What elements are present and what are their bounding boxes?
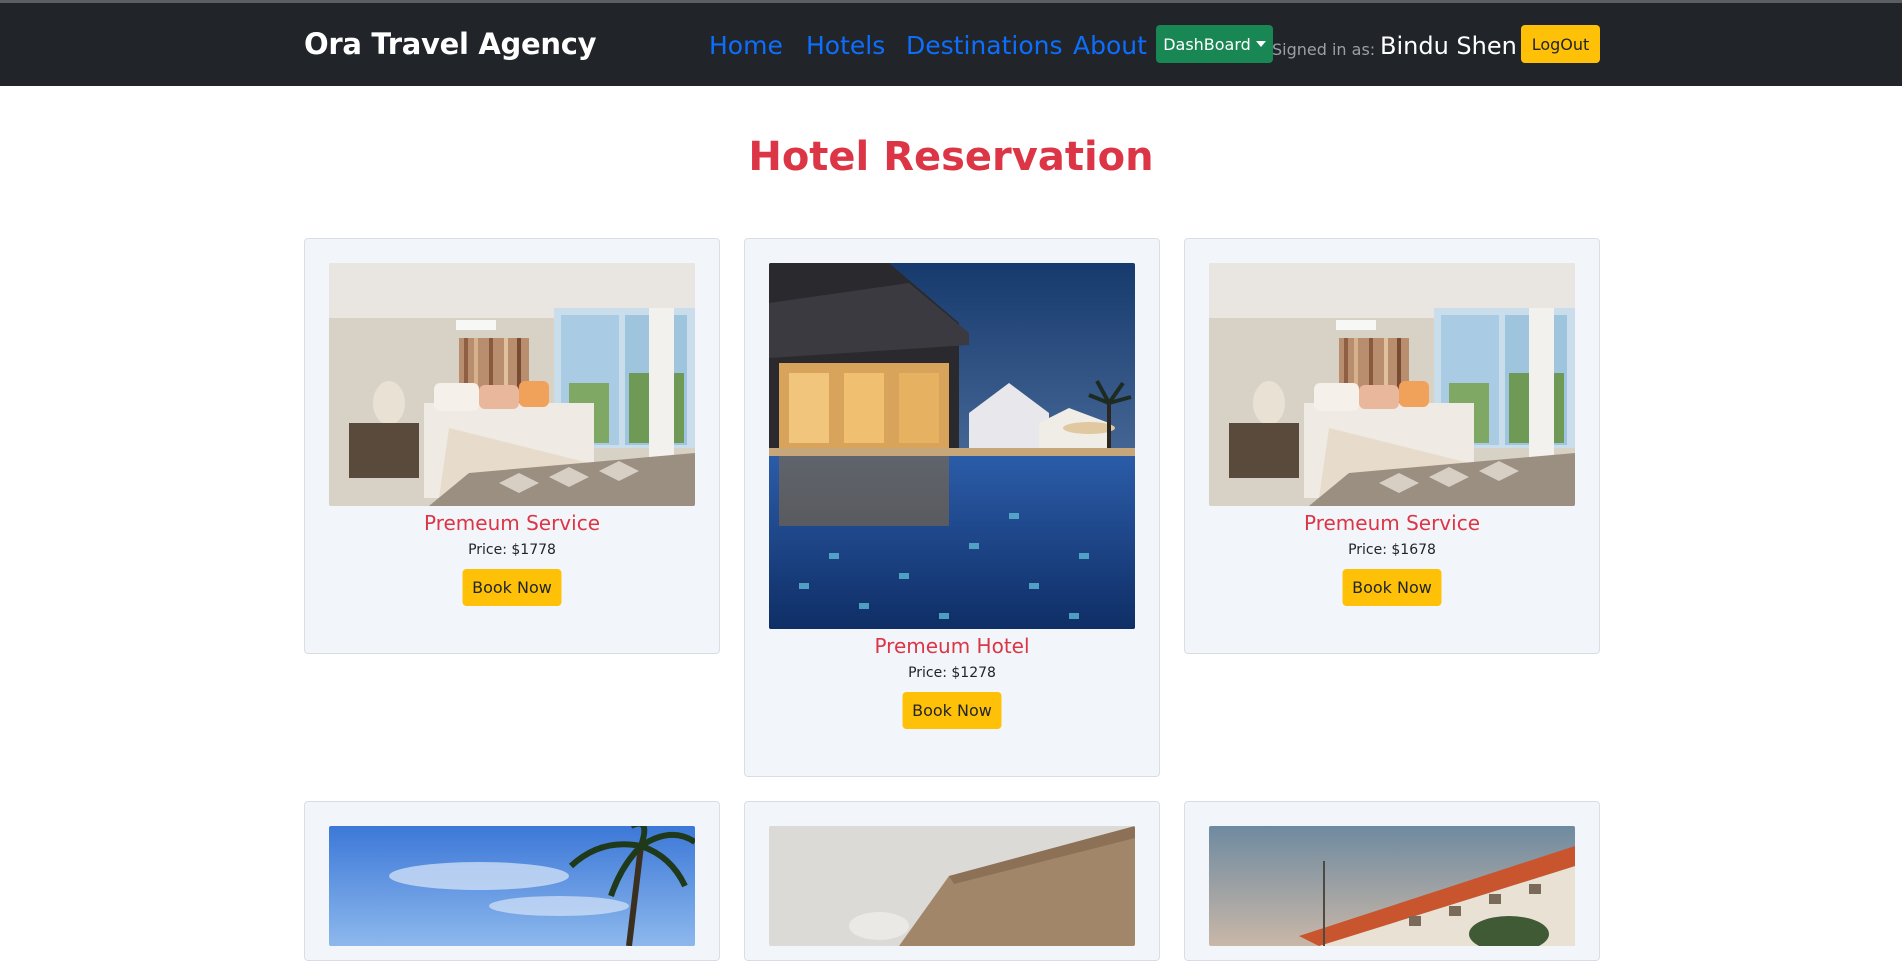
hotel-image-palm-sky	[329, 826, 695, 946]
caret-down-icon	[1255, 41, 1266, 47]
hotel-card: Premeum Service Price: $1778 Book Now	[304, 238, 720, 654]
hotel-card-title: Premeum Service	[423, 511, 600, 535]
hotel-card	[1184, 801, 1600, 961]
signed-in-label: Signed in as:	[1272, 40, 1376, 59]
top-navbar: Ora Travel Agency Home Hotels Destinatio…	[0, 3, 1902, 86]
page-title: Hotel Reservation	[748, 134, 1154, 180]
book-now-button[interactable]: Book Now	[1342, 569, 1442, 606]
nav-hotels[interactable]: Hotels	[806, 31, 885, 60]
book-now-button[interactable]: Book Now	[902, 692, 1002, 729]
hotel-card-title: Premeum Service	[1303, 511, 1480, 535]
brand-logo[interactable]: Ora Travel Agency	[304, 27, 597, 61]
hotel-image-bedroom	[1209, 263, 1575, 506]
hotel-card-price: Price: $1778	[468, 542, 556, 558]
hotel-image-building-wall	[769, 826, 1135, 946]
hotel-image-resort-building	[1209, 826, 1575, 946]
hotel-card	[304, 801, 720, 961]
nav-home[interactable]: Home	[709, 31, 783, 60]
hotel-image-bedroom	[329, 263, 695, 506]
dashboard-dropdown-button[interactable]: DashBoard	[1156, 25, 1273, 63]
hotel-card	[744, 801, 1160, 961]
hotel-card-title: Premeum Hotel	[874, 634, 1030, 658]
nav-destinations[interactable]: Destinations	[906, 31, 1062, 60]
book-now-button[interactable]: Book Now	[462, 569, 562, 606]
user-name: Bindu Shen	[1380, 32, 1517, 60]
hotel-image-pool	[769, 263, 1135, 629]
hotel-card-price: Price: $1278	[908, 665, 996, 681]
hotel-card: Premeum Service Price: $1678 Book Now	[1184, 238, 1600, 654]
logout-button[interactable]: LogOut	[1521, 25, 1600, 63]
hotel-card-price: Price: $1678	[1348, 542, 1436, 558]
nav-about[interactable]: About	[1073, 31, 1147, 60]
dashboard-label: DashBoard	[1163, 34, 1251, 54]
hotel-card: Premeum Hotel Price: $1278 Book Now	[744, 238, 1160, 777]
